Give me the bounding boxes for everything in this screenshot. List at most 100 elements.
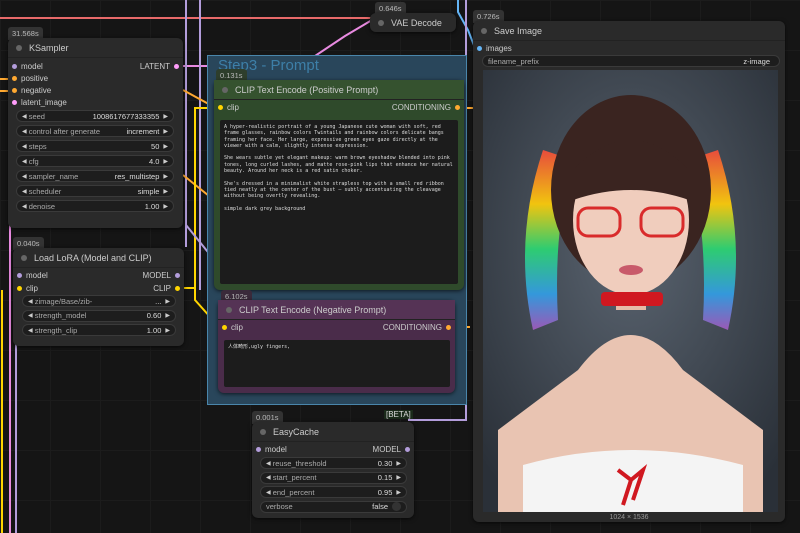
input-model[interactable]: model: [17, 271, 48, 280]
widget-value: increment: [126, 126, 160, 136]
widget-label: control after generate: [28, 126, 101, 136]
widget-label: start_percent: [272, 473, 317, 482]
group-title: Step3 - Prompt: [218, 57, 319, 74]
negative-prompt-textarea[interactable]: 人体畸形,ugly fingers,: [224, 340, 450, 387]
input-model[interactable]: model: [12, 62, 43, 71]
widget-label: denoise: [28, 201, 55, 211]
vae-decode-node[interactable]: VAE Decode: [370, 13, 456, 32]
widget-label: seed: [28, 111, 45, 121]
input-model[interactable]: model: [256, 445, 287, 454]
widget-control-after-generate[interactable]: ◀ control after generate increment ▶: [16, 125, 174, 137]
node-title: CLIP Text Encode (Positive Prompt): [235, 84, 379, 95]
toggle-icon[interactable]: [392, 502, 401, 511]
input-latent-image[interactable]: latent_image: [12, 98, 67, 107]
input-clip[interactable]: clip: [218, 103, 239, 112]
widget-value: 0.60: [146, 311, 162, 320]
widget-scheduler[interactable]: ◀ scheduler simple ▶: [16, 185, 174, 197]
increment-arrow-icon[interactable]: ▶: [163, 143, 168, 150]
increment-arrow-icon[interactable]: ▶: [163, 113, 168, 120]
decrement-arrow-icon[interactable]: ◀: [28, 312, 33, 319]
widget-value: simple: [137, 186, 160, 196]
widget-value: 4.0: [148, 156, 160, 166]
output-model[interactable]: MODEL: [373, 445, 410, 454]
output-conditioning[interactable]: CONDITIONING: [392, 103, 460, 112]
increment-arrow-icon[interactable]: ▶: [165, 312, 170, 319]
decrement-arrow-icon[interactable]: ◀: [266, 489, 271, 496]
node-title: CLIP Text Encode (Negative Prompt): [239, 304, 387, 315]
decrement-arrow-icon[interactable]: ◀: [22, 188, 27, 195]
decrement-arrow-icon[interactable]: ◀: [22, 128, 27, 135]
widget-denoise[interactable]: ◀ denoise 1.00 ▶: [16, 200, 174, 212]
decrement-arrow-icon[interactable]: ◀: [22, 113, 27, 120]
widget-value: res_multistep: [114, 171, 160, 181]
widget-value: 0.30: [377, 458, 393, 468]
input-negative[interactable]: negative: [12, 86, 51, 95]
widget-label: sampler_name: [28, 171, 79, 181]
output-model[interactable]: MODEL: [143, 271, 180, 280]
widget-label: reuse_threshold: [272, 458, 327, 468]
output-latent[interactable]: LATENT: [140, 62, 179, 71]
widget-label: verbose: [266, 502, 293, 511]
widget-label: zimage/Base/zib-: [34, 296, 93, 306]
widget-strength-clip[interactable]: ◀ strength_clip 1.00 ▶: [22, 324, 176, 336]
widget-value: 0.15: [377, 473, 393, 482]
increment-arrow-icon[interactable]: ▶: [163, 158, 168, 165]
decrement-arrow-icon[interactable]: ◀: [22, 158, 27, 165]
decrement-arrow-icon[interactable]: ◀: [22, 143, 27, 150]
clip-text-encode-positive-node[interactable]: CLIP Text Encode (Positive Prompt) clip …: [214, 80, 464, 290]
output-image-preview[interactable]: [483, 70, 778, 512]
decrement-arrow-icon[interactable]: ◀: [28, 327, 33, 334]
node-title: KSampler: [29, 42, 69, 53]
input-clip[interactable]: clip: [17, 284, 38, 293]
load-lora-node[interactable]: Load LoRA (Model and CLIP) model clip MO…: [13, 248, 184, 346]
decrement-arrow-icon[interactable]: ◀: [22, 173, 27, 180]
easycache-node[interactable]: EasyCache model MODEL ◀ reuse_threshold 0…: [252, 422, 414, 518]
widget-label: cfg: [28, 156, 39, 166]
decrement-arrow-icon[interactable]: ◀: [266, 474, 271, 481]
decrement-arrow-icon[interactable]: ◀: [28, 298, 33, 305]
increment-arrow-icon[interactable]: ▶: [396, 460, 401, 467]
widget-value: 1.00: [146, 325, 162, 335]
positive-prompt-textarea[interactable]: A hyper-realistic portrait of a young Ja…: [220, 120, 458, 284]
increment-arrow-icon[interactable]: ▶: [165, 327, 170, 334]
clip-text-encode-negative-node[interactable]: CLIP Text Encode (Negative Prompt) clip …: [218, 300, 455, 393]
increment-arrow-icon[interactable]: ▶: [396, 474, 401, 481]
widget-cfg[interactable]: ◀ cfg 4.0 ▶: [16, 155, 174, 167]
input-positive[interactable]: positive: [12, 74, 48, 83]
widget-seed[interactable]: ◀ seed 1008617677333355 ▶: [16, 110, 174, 122]
input-images[interactable]: images: [477, 44, 512, 53]
widget-steps[interactable]: ◀ steps 50 ▶: [16, 140, 174, 152]
node-title: Load LoRA (Model and CLIP): [34, 252, 152, 263]
increment-arrow-icon[interactable]: ▶: [396, 489, 401, 496]
widget-sampler-name[interactable]: ◀ sampler_name res_multistep ▶: [16, 170, 174, 182]
widget-reuse-threshold[interactable]: ◀ reuse_threshold 0.30 ▶: [260, 457, 407, 469]
beta-label: [BETA]: [384, 410, 413, 419]
image-dimensions: 1024 × 1536: [609, 514, 649, 521]
decrement-arrow-icon[interactable]: ◀: [266, 460, 271, 467]
node-title: EasyCache: [273, 426, 320, 437]
output-conditioning[interactable]: CONDITIONING: [383, 323, 451, 332]
widget-strength-model[interactable]: ◀ strength_model 0.60 ▶: [22, 309, 176, 322]
decrement-arrow-icon[interactable]: ◀: [22, 203, 27, 210]
widget-value: 1008617677333355: [92, 111, 160, 121]
collapse-dot-icon[interactable]: [16, 44, 22, 51]
collapse-dot-icon[interactable]: [21, 254, 27, 261]
increment-arrow-icon[interactable]: ▶: [163, 173, 168, 180]
widget-verbose[interactable]: verbose false: [260, 500, 407, 513]
increment-arrow-icon[interactable]: ▶: [163, 128, 168, 135]
filename-prefix-field[interactable]: filename_prefix z-image: [482, 55, 780, 67]
widget-zimage-base-zib-[interactable]: ◀ zimage/Base/zib-... ▶: [22, 295, 176, 307]
node-title: VAE Decode: [391, 17, 442, 28]
increment-arrow-icon[interactable]: ▶: [165, 298, 170, 305]
widget-start-percent[interactable]: ◀ start_percent 0.15 ▶: [260, 471, 407, 484]
save-image-node[interactable]: Save Image images filename_prefix z-image…: [473, 21, 785, 522]
widget-value: 0.95: [377, 487, 393, 497]
ksampler-node[interactable]: KSampler model positive negative latent_…: [8, 38, 183, 228]
output-clip[interactable]: CLIP: [153, 284, 180, 293]
widget-label: strength_clip: [34, 325, 78, 335]
increment-arrow-icon[interactable]: ▶: [163, 188, 168, 195]
widget-value: false: [372, 502, 388, 511]
increment-arrow-icon[interactable]: ▶: [163, 203, 168, 210]
input-clip[interactable]: clip: [222, 323, 243, 332]
widget-end-percent[interactable]: ◀ end_percent 0.95 ▶: [260, 486, 407, 498]
